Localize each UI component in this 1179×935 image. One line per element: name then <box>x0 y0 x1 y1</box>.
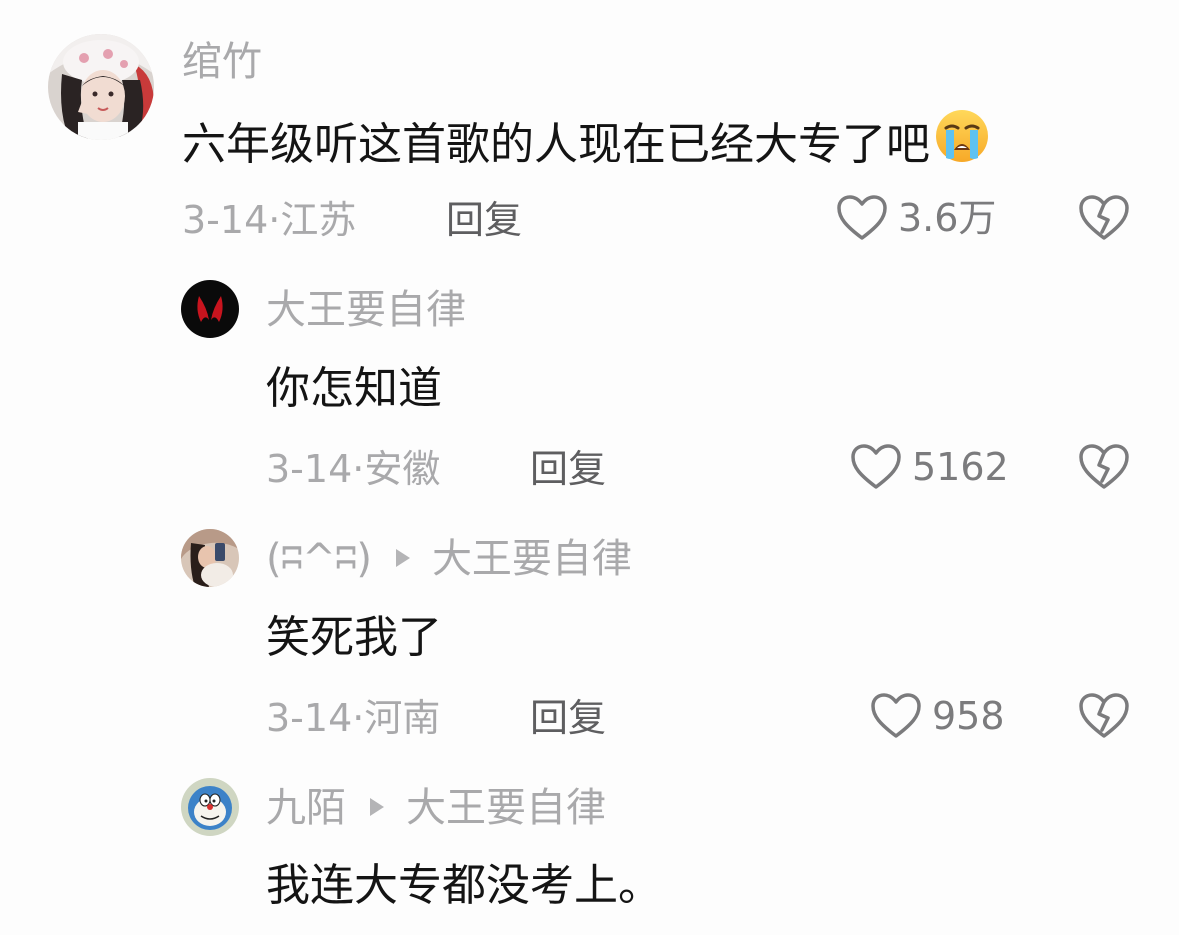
triangle-right-icon <box>395 549 410 567</box>
comment-date: 3-14 <box>266 696 353 740</box>
comment-author[interactable]: 大王要自律 <box>266 286 466 334</box>
comment-text: 笑死我了 <box>266 612 442 663</box>
like-button[interactable]: 5162 <box>850 443 1009 491</box>
avatar[interactable] <box>181 280 239 338</box>
like-count: 3.6万 <box>898 196 997 240</box>
comment-meta: 3-14·安徽 <box>266 445 440 493</box>
comment-location: 河南 <box>364 696 441 740</box>
comment-meta: 3-14·江苏 <box>182 196 356 244</box>
heart-outline-icon <box>836 194 888 242</box>
avatar[interactable] <box>48 34 154 140</box>
like-button[interactable]: 3.6万 <box>836 194 996 242</box>
like-count: 5162 <box>912 445 1009 489</box>
broken-heart-icon <box>1078 443 1130 491</box>
loudly-crying-face-icon <box>934 108 990 178</box>
meta-separator: · <box>352 696 365 740</box>
comment-location: 安徽 <box>364 447 441 491</box>
broken-heart-icon <box>1078 692 1130 740</box>
triangle-right-icon <box>370 798 384 816</box>
comment-date: 3-14 <box>266 447 353 491</box>
reply-button[interactable]: 回复 <box>446 196 522 244</box>
comment-text: 我连大专都没考上。 <box>266 860 662 911</box>
broken-heart-icon <box>1078 194 1130 242</box>
reply-button[interactable]: 回复 <box>530 445 606 493</box>
comment-author-line: 九陌 大王要自律 <box>266 784 606 832</box>
comment-date: 3-14 <box>182 198 269 242</box>
reply-to-author[interactable]: 大王要自律 <box>406 785 606 831</box>
dislike-button[interactable] <box>1078 194 1130 242</box>
dislike-button[interactable] <box>1078 692 1130 740</box>
heart-outline-icon <box>870 692 922 740</box>
comment-text-content: 六年级听这首歌的人现在已经大专了吧 <box>182 119 930 170</box>
like-button[interactable]: 958 <box>870 692 1005 740</box>
like-count: 958 <box>932 694 1005 738</box>
meta-separator: · <box>268 198 281 242</box>
reply-to-author[interactable]: 大王要自律 <box>432 536 632 582</box>
avatar[interactable] <box>181 529 239 587</box>
avatar[interactable] <box>181 778 239 836</box>
comment-text: 你怎知道 <box>266 363 442 414</box>
comment-author[interactable]: 绾竹 <box>182 38 262 86</box>
dislike-button[interactable] <box>1078 443 1130 491</box>
meta-separator: · <box>352 447 365 491</box>
comment-meta: 3-14·河南 <box>266 694 440 742</box>
comment-author[interactable]: (ʭ^ʭ) <box>266 536 372 582</box>
comment-text: 六年级听这首歌的人现在已经大专了吧 <box>182 110 990 182</box>
comment-author-line: (ʭ^ʭ) 大王要自律 <box>266 535 632 583</box>
reply-button[interactable]: 回复 <box>530 694 606 742</box>
comment-location: 江苏 <box>280 198 357 242</box>
comment-list: 绾竹 六年级听这首歌的人现在已经大专了吧 3-14·江苏 回复 3.6万 大王要… <box>0 0 1179 935</box>
heart-outline-icon <box>850 443 902 491</box>
comment-author[interactable]: 九陌 <box>266 785 346 831</box>
